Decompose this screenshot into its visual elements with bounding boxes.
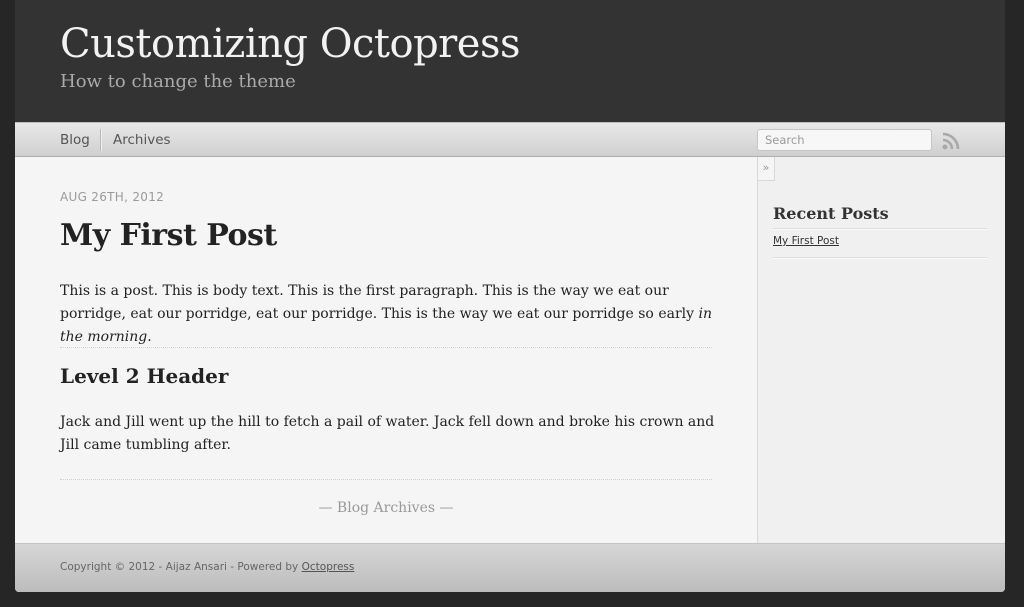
site-footer: Copyright © 2012 - Aijaz Ansari - Powere…: [15, 543, 1005, 592]
nav-item-blog[interactable]: Blog: [60, 123, 90, 157]
copyright-text: Copyright © 2012 - Aijaz Ansari - Powere…: [60, 561, 302, 573]
section-divider: [60, 479, 712, 480]
site-subtitle: How to change the theme: [60, 71, 296, 92]
paragraph-end: .: [147, 329, 152, 345]
search-input[interactable]: [757, 129, 932, 151]
site-title[interactable]: Customizing Octopress: [60, 18, 521, 70]
main-content: AUG 26TH, 2012 My First Post This is a p…: [15, 157, 757, 543]
rss-icon[interactable]: [941, 131, 961, 151]
nav-bar: Blog Archives: [15, 122, 1005, 157]
nav-divider: [100, 129, 102, 151]
octopress-link[interactable]: Octopress: [302, 561, 355, 573]
post-paragraph: Jack and Jill went up the hill to fetch …: [60, 414, 715, 453]
sidebar-collapse-toggle[interactable]: »: [757, 157, 775, 181]
site-header: Customizing Octopress How to change the …: [15, 0, 1005, 122]
section-heading: Level 2 Header: [60, 364, 229, 388]
post-title[interactable]: My First Post: [60, 216, 277, 256]
recent-post-link[interactable]: My First Post: [773, 235, 839, 247]
paragraph-text: This is a post. This is body text. This …: [60, 283, 699, 322]
blog-archives-link[interactable]: — Blog Archives —: [15, 500, 757, 516]
page: Customizing Octopress How to change the …: [15, 0, 1005, 592]
sidebar-divider: [773, 257, 987, 259]
section-divider: [60, 347, 712, 348]
post-date: AUG 26TH, 2012: [60, 190, 165, 204]
footer-text: Copyright © 2012 - Aijaz Ansari - Powere…: [60, 561, 354, 573]
recent-posts-heading: Recent Posts: [773, 204, 889, 223]
nav-item-archives[interactable]: Archives: [113, 123, 171, 157]
sidebar: » Recent Posts My First Post: [757, 157, 1005, 543]
post-paragraph: This is a post. This is body text. This …: [60, 280, 720, 349]
sidebar-divider: [773, 228, 987, 230]
